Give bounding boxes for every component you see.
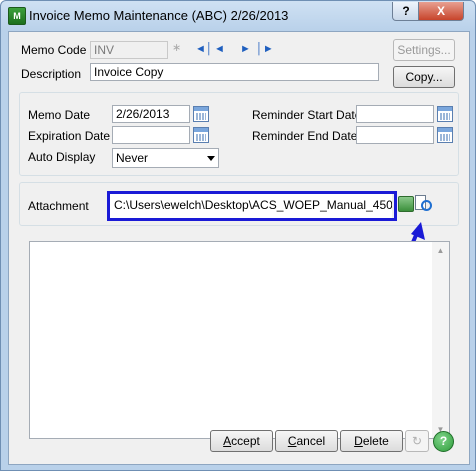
next-record-icon[interactable]: ►: [240, 44, 251, 55]
delete-button[interactable]: Delete: [340, 430, 403, 452]
refresh-button[interactable]: ↻: [405, 430, 429, 452]
attachment-highlight-box: [107, 191, 397, 221]
expiration-date-calendar-icon[interactable]: [193, 127, 209, 143]
expiration-date-field[interactable]: [112, 126, 190, 144]
reminder-start-date-label: Reminder Start Date: [252, 108, 362, 122]
reminder-end-date-field[interactable]: [356, 126, 434, 144]
app-icon: M: [8, 7, 26, 25]
title-help-button[interactable]: ?: [392, 2, 420, 21]
settings-button[interactable]: Settings...: [393, 39, 455, 61]
copy-button[interactable]: Copy...: [393, 66, 455, 88]
description-field[interactable]: Invoice Copy: [90, 63, 379, 81]
accept-button[interactable]: Accept: [210, 430, 273, 452]
auto-display-select[interactable]: Never: [112, 148, 219, 168]
memo-code-label: Memo Code: [21, 43, 87, 57]
auto-display-label: Auto Display: [28, 150, 96, 164]
memo-text-area[interactable]: ▲ ▼: [29, 241, 450, 439]
memo-code-field: INV: [90, 41, 168, 59]
launch-attachment-icon[interactable]: [415, 195, 432, 211]
attachment-label: Attachment: [28, 199, 89, 213]
window-title: Invoice Memo Maintenance (ABC) 2/26/2013: [29, 8, 289, 23]
description-label: Description: [21, 67, 82, 81]
memo-date-field[interactable]: 2/26/2013: [112, 105, 190, 123]
reminder-start-date-field[interactable]: [356, 105, 434, 123]
chevron-down-icon: [207, 156, 215, 161]
open-folder-icon[interactable]: [398, 196, 414, 212]
auto-display-value: Never: [116, 151, 149, 165]
reminder-end-calendar-icon[interactable]: [437, 127, 453, 143]
memo-date-label: Memo Date: [28, 108, 91, 122]
memo-date-calendar-icon[interactable]: [193, 106, 209, 122]
reminder-end-date-label: Reminder End Date: [252, 129, 358, 143]
previous-record-icon[interactable]: ◄: [214, 44, 225, 55]
last-record-icon[interactable]: │►: [256, 44, 274, 55]
first-record-icon[interactable]: ◄│: [195, 44, 213, 55]
memo-scrollbar[interactable]: ▲ ▼: [432, 242, 449, 438]
title-bar: M Invoice Memo Maintenance (ABC) 2/26/20…: [1, 1, 475, 31]
scroll-up-icon[interactable]: ▲: [432, 242, 449, 259]
lookup-icon[interactable]: ∗: [172, 41, 182, 59]
cancel-button[interactable]: Cancel: [275, 430, 338, 452]
invoice-memo-window: M Invoice Memo Maintenance (ABC) 2/26/20…: [0, 0, 476, 471]
title-close-button[interactable]: X: [418, 2, 464, 21]
reminder-start-calendar-icon[interactable]: [437, 106, 453, 122]
expiration-date-label: Expiration Date: [28, 129, 111, 143]
refresh-icon: ↻: [411, 434, 423, 448]
dialog-body: Memo Code INV ∗ ◄│ ◄ ► │► Settings... De…: [8, 31, 470, 465]
help-icon[interactable]: ?: [433, 431, 454, 452]
